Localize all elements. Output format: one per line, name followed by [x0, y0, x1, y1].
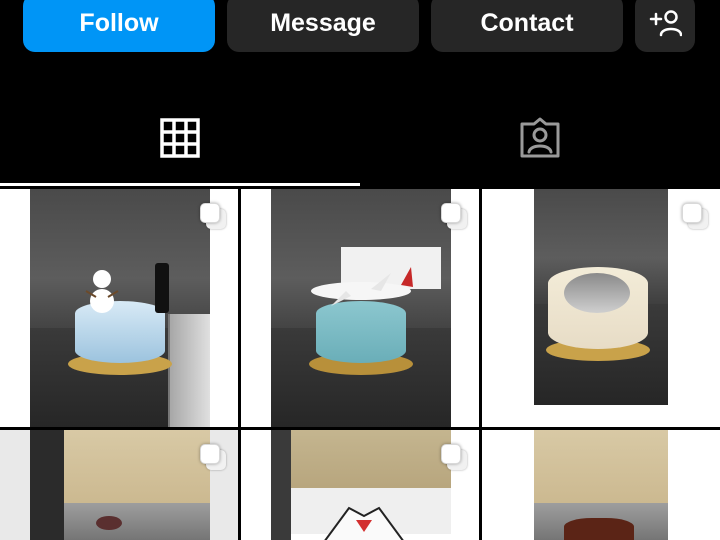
contact-button-label: Contact [480, 8, 574, 37]
grid-post-5[interactable] [241, 430, 479, 540]
multiple-photos-icon [200, 203, 226, 229]
message-button-label: Message [270, 8, 376, 37]
grid-post-1[interactable] [0, 189, 238, 427]
post-thumbnail [30, 189, 210, 427]
grid-post-2[interactable] [241, 189, 479, 427]
follow-button[interactable]: Follow [23, 0, 215, 52]
suggested-people-button[interactable] [635, 0, 695, 52]
portrait-print [564, 273, 630, 313]
profile-action-bar: Follow Message Contact [0, 0, 720, 60]
follow-button-label: Follow [79, 8, 159, 37]
grid-icon [160, 118, 200, 158]
multiple-photos-icon [441, 203, 467, 229]
post-thumbnail [271, 430, 451, 540]
multiple-photos-icon [441, 444, 467, 470]
superman-shirt-figure [324, 506, 404, 540]
tab-posts-grid[interactable] [0, 90, 360, 186]
contact-button[interactable]: Contact [431, 0, 623, 52]
grid-post-3[interactable] [482, 189, 720, 427]
multiple-photos-icon [682, 203, 708, 229]
post-thumbnail [534, 430, 668, 540]
message-button[interactable]: Message [227, 0, 419, 52]
airplane-figure [311, 267, 413, 306]
profile-tabs [0, 90, 720, 186]
posts-grid [0, 189, 720, 540]
post-thumbnail [534, 189, 668, 427]
tagged-person-icon [520, 117, 560, 158]
selected-tab-indicator [0, 183, 360, 186]
tab-tagged[interactable] [360, 90, 720, 186]
snowman-figure [85, 270, 119, 313]
multiple-photos-icon [200, 444, 226, 470]
post-thumbnail [30, 430, 210, 540]
grid-post-4[interactable] [0, 430, 238, 540]
grid-post-6[interactable] [482, 430, 720, 540]
post-thumbnail [271, 189, 451, 427]
person-plus-icon [649, 10, 682, 37]
